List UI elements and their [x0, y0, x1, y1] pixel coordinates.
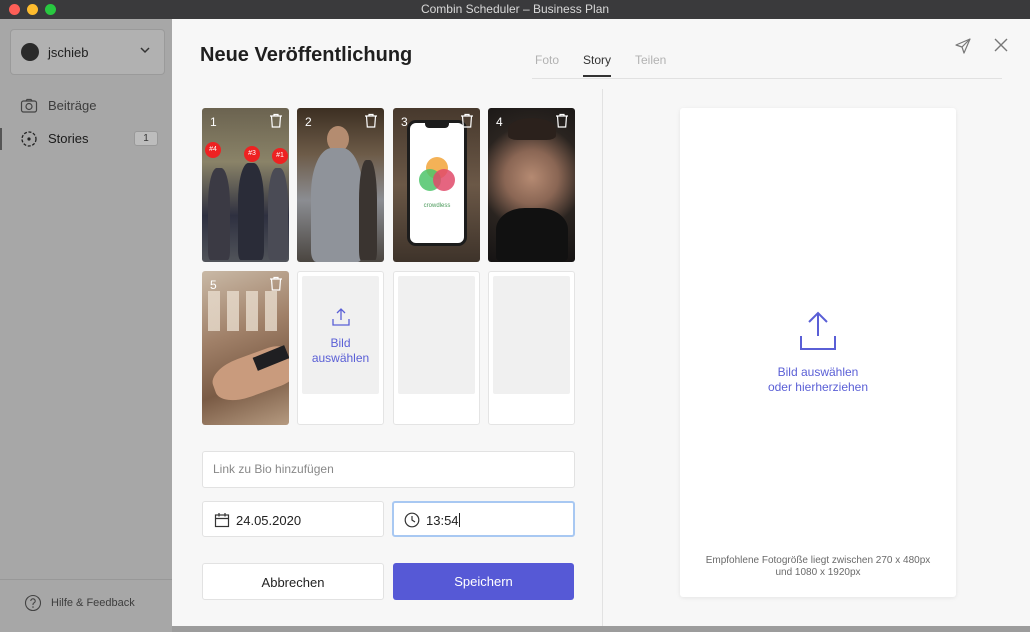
tab-foto[interactable]: Foto: [535, 53, 559, 75]
photo-phone: crowdless: [407, 120, 467, 246]
story-preview-dropzone[interactable]: Bild auswählen oder hierherziehen Empfoh…: [680, 108, 956, 597]
calendar-icon: [214, 513, 230, 528]
cancel-button[interactable]: Abbrechen: [202, 563, 384, 600]
upload-label: Bild auswählen: [311, 336, 370, 365]
zoom-window-button[interactable]: [45, 4, 56, 15]
window-title: Combin Scheduler – Business Plan: [420, 2, 610, 16]
thumbnail-number: 3: [401, 115, 408, 129]
avatar: [21, 43, 39, 61]
story-icon: [21, 131, 37, 147]
bio-link-field[interactable]: [202, 451, 575, 488]
account-name: jschieb: [48, 45, 89, 60]
size-hint: Empfohlene Fotogröße liegt zwischen 270 …: [705, 555, 931, 578]
thumbnail-number: 1: [210, 115, 217, 129]
sidebar-item-beitraege[interactable]: Beiträge: [0, 92, 172, 120]
photo-hair: [508, 118, 556, 140]
sidebar: jschieb Beiträge Stories 1 Hilfe & Feedb…: [0, 19, 172, 632]
tab-underline: [532, 78, 1002, 79]
date-field[interactable]: 24.05.2020: [202, 501, 384, 537]
save-button[interactable]: Speichern: [393, 563, 574, 600]
tab-story[interactable]: Story: [583, 53, 612, 77]
logo-circle: [433, 169, 455, 191]
photo-figures: [208, 291, 284, 331]
brand-text: crowdless: [423, 203, 451, 209]
help-icon: [24, 594, 42, 612]
photo-shirt: [496, 208, 568, 262]
thumbnail-number: 5: [210, 278, 217, 292]
new-post-modal: Neue Veröffentlichung Foto Story Teilen …: [172, 19, 1030, 626]
dropzone-label: Bild auswählen oder hierherziehen: [767, 365, 869, 394]
trash-icon[interactable]: [460, 113, 474, 128]
divider: [0, 579, 172, 580]
active-indicator: [0, 128, 2, 150]
trash-icon[interactable]: [269, 276, 283, 291]
empty-slot: [393, 271, 480, 425]
column-divider: [602, 89, 603, 626]
thumbnail-number: 4: [496, 115, 503, 129]
sidebar-item-stories[interactable]: Stories 1: [0, 125, 172, 153]
select-image-cell[interactable]: Bild auswählen: [297, 271, 384, 425]
close-window-button[interactable]: [9, 4, 20, 15]
photo-person: [208, 168, 230, 260]
phone-notch: [425, 123, 449, 128]
story-thumbnail-1[interactable]: #4 #3 #1 1: [202, 108, 289, 262]
empty-placeholder: [493, 276, 570, 394]
account-switcher[interactable]: jschieb: [10, 29, 165, 75]
text-caret: [458, 513, 460, 527]
window-titlebar: Combin Scheduler – Business Plan: [0, 0, 1030, 19]
story-thumbnail-2[interactable]: 2: [297, 108, 384, 262]
photo-person: [268, 168, 288, 260]
time-value-wrap: 13:54: [426, 513, 460, 528]
story-thumbnail-3[interactable]: crowdless 3: [393, 108, 480, 262]
close-icon[interactable]: [993, 37, 1009, 53]
empty-slot: [488, 271, 575, 425]
time-value: 13:54: [426, 513, 459, 528]
send-icon[interactable]: [954, 37, 972, 55]
modal-title: Neue Veröffentlichung: [200, 44, 413, 66]
tab-teilen[interactable]: Teilen: [635, 53, 666, 75]
help-label: Hilfe & Feedback: [51, 597, 135, 609]
photo-person: [238, 163, 264, 260]
tag-sticker: #1: [272, 148, 288, 164]
trash-icon[interactable]: [555, 113, 569, 128]
empty-placeholder: [398, 276, 475, 394]
upload-icon: [332, 308, 350, 326]
photo-person: [311, 148, 363, 262]
sidebar-item-label: Stories: [48, 131, 89, 146]
camera-icon: [20, 98, 38, 113]
sidebar-item-label: Beiträge: [48, 98, 97, 113]
bio-link-input[interactable]: [213, 462, 563, 476]
tag-sticker: #3: [244, 146, 260, 162]
date-value: 24.05.2020: [236, 513, 302, 528]
photo-person: [359, 160, 377, 260]
clock-icon: [404, 512, 420, 528]
tag-sticker: #4: [205, 142, 221, 158]
upload-placeholder: Bild auswählen: [302, 276, 379, 394]
time-field[interactable]: 13:54: [392, 501, 575, 537]
upload-icon: [800, 311, 836, 350]
story-thumbnail-5[interactable]: 5: [202, 271, 289, 425]
trash-icon[interactable]: [269, 113, 283, 128]
thumbnail-number: 2: [305, 115, 312, 129]
chevron-down-icon: [140, 47, 150, 54]
story-thumbnail-4[interactable]: 4: [488, 108, 575, 262]
count-badge: 1: [134, 131, 158, 146]
trash-icon[interactable]: [364, 113, 378, 128]
minimize-window-button[interactable]: [27, 4, 38, 15]
